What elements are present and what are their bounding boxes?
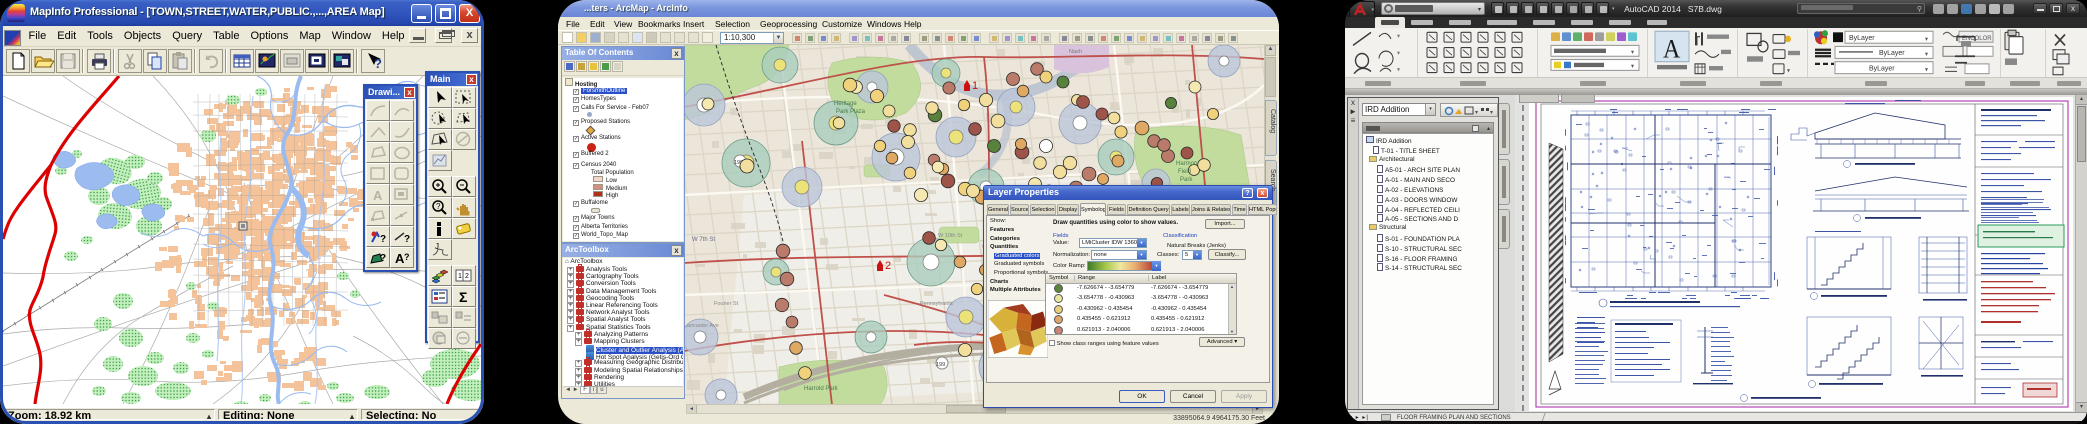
- svg-text:W 10th St: W 10th St: [938, 233, 963, 239]
- svg-text:W 7th St: W 7th St: [692, 237, 715, 243]
- svg-text:▾: ▾: [1631, 49, 1634, 56]
- svg-text:J: J: [435, 242, 439, 251]
- svg-text:Park: Park: [1180, 177, 1193, 183]
- svg-text:?: ?: [380, 253, 386, 264]
- svg-text:Σ: Σ: [459, 289, 467, 305]
- svg-text:ByLayer: ByLayer: [1879, 48, 1905, 57]
- svg-text:ByLayer: ByLayer: [1869, 63, 1895, 72]
- svg-text:A: A: [373, 188, 383, 203]
- svg-text:199: 199: [936, 362, 945, 368]
- svg-text:?: ?: [380, 234, 386, 245]
- svg-text:▾: ▾: [1925, 66, 1928, 73]
- svg-text:A: A: [1663, 35, 1680, 63]
- svg-text:ByLayer: ByLayer: [1849, 33, 1875, 42]
- svg-text:Park Plaza: Park Plaza: [836, 109, 866, 115]
- svg-text:Harmon: Harmon: [1176, 161, 1197, 167]
- svg-text:▾: ▾: [1490, 110, 1493, 116]
- svg-text:?: ?: [436, 202, 441, 211]
- svg-text:1: 1: [972, 80, 978, 92]
- svg-text:▾: ▾: [1397, 66, 1400, 73]
- svg-text:?: ?: [404, 234, 410, 245]
- svg-text:▾: ▾: [1475, 110, 1478, 116]
- svg-text:▾: ▾: [1631, 63, 1634, 70]
- svg-text:Nash: Nash: [1069, 49, 1082, 55]
- svg-text:Fourier St: Fourier St: [714, 301, 739, 307]
- svg-text:▾: ▾: [1397, 33, 1400, 40]
- svg-text:▾: ▾: [1925, 51, 1928, 58]
- svg-text:▾: ▾: [1925, 36, 1928, 43]
- svg-text:Heritage: Heritage: [834, 101, 857, 107]
- svg-text:Field: Field: [1178, 169, 1191, 175]
- svg-text:Harrold Park: Harrold Park: [804, 386, 839, 392]
- svg-text:2: 2: [465, 273, 469, 280]
- svg-text:ENCOLOR: ENCOLOR: [1962, 35, 1992, 42]
- svg-text:?: ?: [404, 252, 410, 262]
- svg-text:2: 2: [885, 260, 891, 272]
- svg-text:Lancaster Ave: Lancaster Ave: [684, 323, 719, 329]
- svg-text:Pennsylvania: Pennsylvania: [920, 301, 954, 307]
- svg-text:▾: ▾: [1397, 50, 1400, 57]
- svg-text:▾: ▾: [1787, 67, 1790, 74]
- svg-text:?: ?: [374, 56, 382, 71]
- svg-text:1: 1: [458, 273, 462, 280]
